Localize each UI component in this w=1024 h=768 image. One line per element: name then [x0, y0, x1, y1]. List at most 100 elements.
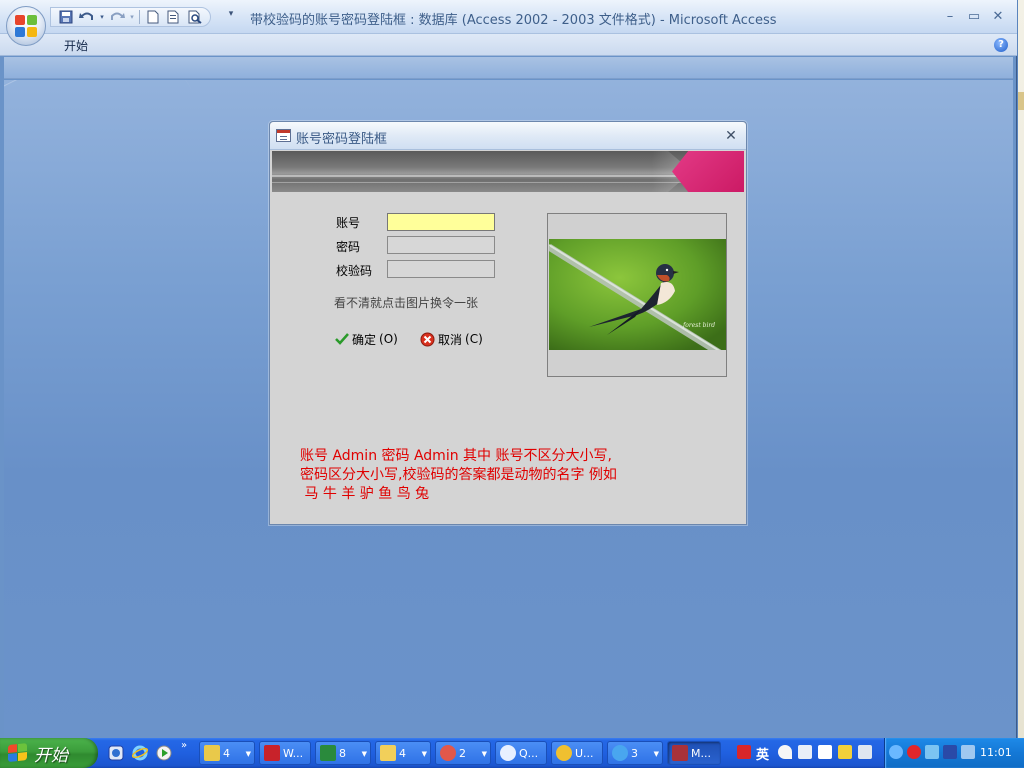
task-button[interactable]: 8 ▼	[315, 741, 371, 765]
task-label: 8	[339, 746, 346, 760]
clock: 11:01	[980, 746, 1012, 759]
task-label: Q...	[519, 746, 539, 760]
ok-button-accel: (O)	[379, 332, 398, 346]
cancel-icon	[420, 332, 435, 346]
captcha-hint: 看不清就点击图片换令一张	[334, 296, 479, 310]
ok-button[interactable]: 确定 (O)	[335, 329, 398, 349]
keyboard-icon[interactable]	[818, 745, 832, 759]
sogou-input-icon[interactable]	[737, 745, 751, 759]
qq-icon	[500, 745, 516, 761]
login-instructions: 账号 Admin 密码 Admin 其中 账号不区分大小写, 密码区分大小写,校验…	[300, 447, 617, 504]
wps-writer-icon	[264, 745, 280, 761]
chevron-down-icon: ▼	[653, 750, 659, 758]
ime-language-indicator[interactable]: 英	[756, 744, 769, 763]
redo-dropdown-icon[interactable]: ▾	[129, 8, 135, 26]
checkmark-icon	[335, 333, 349, 345]
office-button[interactable]	[6, 6, 46, 46]
captcha-input[interactable]	[387, 260, 495, 278]
window-title: 带校验码的账号密码登陆框 : 数据库 (Access 2002 - 2003 文…	[250, 13, 777, 28]
dialog-title: 账号密码登陆框	[296, 132, 388, 147]
task-label: U...	[575, 746, 594, 760]
account-label: 账号	[336, 216, 361, 230]
punctuation-icon[interactable]	[798, 745, 812, 759]
access-icon	[672, 745, 688, 761]
chevron-down-icon: ▼	[421, 750, 427, 758]
login-dialog: 账号密码登陆框 ✕ 账号 密码 校验码 看不清就点击图片换令一张 确定 (O) …	[269, 121, 747, 525]
captcha-label: 校验码	[336, 264, 373, 278]
tab-home[interactable]: 开始	[56, 37, 96, 54]
user-icon[interactable]	[838, 745, 852, 759]
task-button[interactable]: U...	[551, 741, 603, 765]
desktop-edge-accent	[1018, 92, 1024, 110]
task-button[interactable]: 4 ▼	[375, 741, 431, 765]
close-button[interactable]: ✕	[988, 8, 1008, 26]
office-logo-icon	[15, 15, 37, 37]
qat-customize-icon[interactable]: ▾	[226, 9, 236, 25]
task-button[interactable]: Q...	[495, 741, 547, 765]
folder-group-icon	[204, 745, 220, 761]
dialog-titlebar: 账号密码登陆框 ✕	[270, 122, 746, 150]
redo-icon[interactable]	[108, 8, 126, 26]
task-button[interactable]: 3 ▼	[607, 741, 663, 765]
minimize-button[interactable]: –	[940, 8, 960, 26]
instruction-line: 密码区分大小写,校验码的答案都是动物的名字 例如	[300, 467, 617, 483]
new-document-icon[interactable]	[144, 8, 162, 26]
maximize-button[interactable]: ▭	[964, 8, 984, 26]
header-banner	[272, 151, 744, 192]
dialog-close-button[interactable]: ✕	[722, 127, 740, 145]
background-swoosh	[4, 80, 224, 285]
network-icon[interactable]	[925, 745, 939, 759]
media-player-icon[interactable]	[156, 745, 172, 761]
print-preview-icon[interactable]	[186, 8, 204, 26]
task-button[interactable]: 4 ▼	[199, 741, 255, 765]
chevron-down-icon: ▼	[481, 750, 487, 758]
quicklaunch-more-icon[interactable]: »	[181, 740, 187, 751]
undo-icon[interactable]	[78, 8, 96, 26]
banner-accent	[672, 151, 744, 192]
moon-icon[interactable]	[778, 745, 792, 759]
task-label: 3	[631, 746, 638, 760]
help-icon[interactable]: ?	[994, 38, 1008, 52]
folder-icon	[380, 745, 396, 761]
task-button[interactable]: W...	[259, 741, 311, 765]
desktop-edge	[1018, 0, 1024, 738]
task-label: 4	[399, 746, 406, 760]
open-document-icon[interactable]	[165, 8, 183, 26]
chevron-down-icon: ▼	[361, 750, 367, 758]
cancel-button-label: 取消	[438, 332, 463, 347]
task-button-active[interactable]: M...	[667, 741, 721, 765]
start-label: 开始	[34, 745, 68, 766]
internet-explorer-icon[interactable]	[131, 745, 149, 761]
save-icon[interactable]	[57, 8, 75, 26]
undo-dropdown-icon[interactable]: ▾	[99, 8, 105, 26]
task-label: W...	[283, 746, 304, 760]
task-label: 4	[223, 746, 230, 760]
player-icon	[556, 745, 572, 761]
task-label: M...	[691, 746, 711, 760]
svg-text:forest bird: forest bird	[682, 322, 715, 329]
monitor-icon[interactable]	[961, 745, 975, 759]
window-titlebar: ▾ ▾ ▾ 带校验码的账号密码登陆框 : 数据库 (Access 2002 - …	[0, 0, 1017, 34]
captcha-image-frame: forest bird	[547, 213, 727, 377]
ribbon-tab-bar: 开始 ?	[0, 34, 1017, 56]
qat-separator	[139, 10, 140, 24]
bluetooth-icon[interactable]	[943, 745, 957, 759]
start-button[interactable]: 开始	[0, 738, 98, 768]
account-input[interactable]	[387, 213, 495, 231]
task-button[interactable]: 2 ▼	[435, 741, 491, 765]
antivirus-icon[interactable]	[907, 745, 921, 759]
cancel-button[interactable]: 取消 (C)	[420, 329, 483, 349]
ie-icon	[612, 745, 628, 761]
browser-icon	[440, 745, 456, 761]
excel-icon	[320, 745, 336, 761]
captcha-image[interactable]: forest bird	[549, 239, 726, 350]
windows-logo-icon	[8, 743, 28, 763]
tray-arrow-icon[interactable]	[889, 745, 903, 759]
ok-button-label: 确定	[352, 332, 377, 347]
quicklaunch-app-icon[interactable]	[108, 745, 124, 761]
quick-access-toolbar: ▾ ▾	[50, 7, 211, 27]
tools-icon[interactable]	[858, 745, 872, 759]
form-icon	[276, 129, 291, 142]
password-input[interactable]	[387, 236, 495, 254]
chevron-down-icon: ▼	[245, 750, 251, 758]
